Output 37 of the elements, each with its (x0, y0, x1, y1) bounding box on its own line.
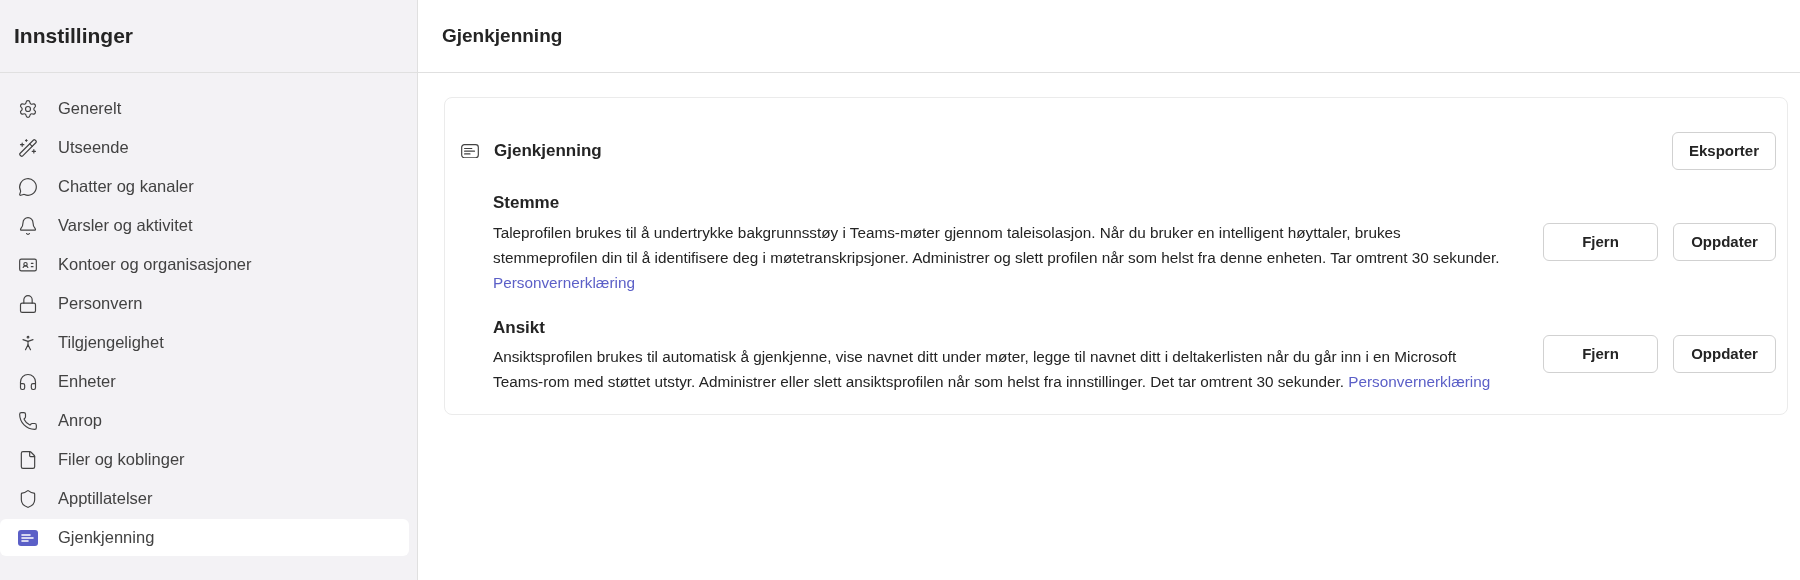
section-description: Taleprofilen brukes til å undertrykke bakgrunnsstøy i Teams-møter gjennom taleisolasjon. Når du bruker en intelligent høyttaler, brukes stemmeprofilen din til å identifisere deg i møtetranskripsjoner. Administrer og slett profilen når som helst fra denne enheten. Tar omtrent 30 sekunder. Personvernerklæring (493, 222, 1501, 293)
sidebar-item[interactable]: Gjenkjenning (0, 519, 409, 556)
sidebar-item[interactable]: Tilgjengelighet (0, 324, 409, 361)
section-description: Ansiktsprofilen brukes til automatisk å gjenkjenne, vise navnet ditt under møter, legge til navnet ditt i deltakerlisten når du går inn i en Microsoft Teams-rom med støttet utstyr. Administrer eller slett ansiktsprofilen når som helst fra innstillinger. Det tar omtrent 30 sekunder. Personvernerklæring (493, 347, 1492, 392)
file-icon (18, 449, 38, 470)
shield-icon (18, 488, 38, 509)
sidebar-title: Innstillinger (14, 23, 133, 50)
chat-bubble-icon (18, 176, 38, 197)
sidebar-item[interactable]: Utseende (0, 129, 409, 166)
sidebar-item[interactable]: Anrop (0, 402, 409, 439)
action-button[interactable]: Fjern (1543, 335, 1658, 374)
action-button[interactable]: Oppdater (1673, 223, 1776, 262)
sidebar-item[interactable]: Chatter og kanaler (0, 168, 409, 205)
text-box-icon (18, 529, 38, 546)
card-title: Gjenkjenning (494, 140, 602, 163)
section-heading: Stemme (493, 192, 561, 214)
privacy-link[interactable]: Personvernerklæring (493, 273, 635, 291)
sidebar-item[interactable]: Generelt (0, 90, 409, 127)
lock-icon (18, 293, 38, 314)
sidebar-item[interactable]: Enheter (0, 363, 409, 400)
text-box-icon (461, 143, 479, 159)
page-title: Gjenkjenning (442, 23, 563, 48)
sidebar-item[interactable]: Personvern (0, 285, 409, 322)
wand-icon (18, 137, 38, 158)
sidebar-item[interactable]: Filer og koblinger (0, 441, 409, 478)
privacy-link[interactable]: Personvernerklæring (1348, 373, 1491, 390)
section-heading: Ansikt (493, 316, 546, 339)
sidebar-item[interactable]: Apptillatelser (0, 480, 409, 517)
headset-icon (18, 371, 38, 392)
phone-icon (18, 410, 38, 431)
gear-icon (18, 98, 38, 119)
action-button[interactable]: Fjern (1543, 223, 1658, 262)
sidebar-item[interactable]: Varsler og aktivitet (0, 207, 409, 244)
action-button[interactable]: Eksporter (1671, 132, 1776, 170)
sidebar-item[interactable]: Kontoer og organisasjoner (0, 246, 409, 283)
action-button[interactable]: Oppdater (1673, 335, 1776, 374)
bell-icon (18, 215, 38, 236)
